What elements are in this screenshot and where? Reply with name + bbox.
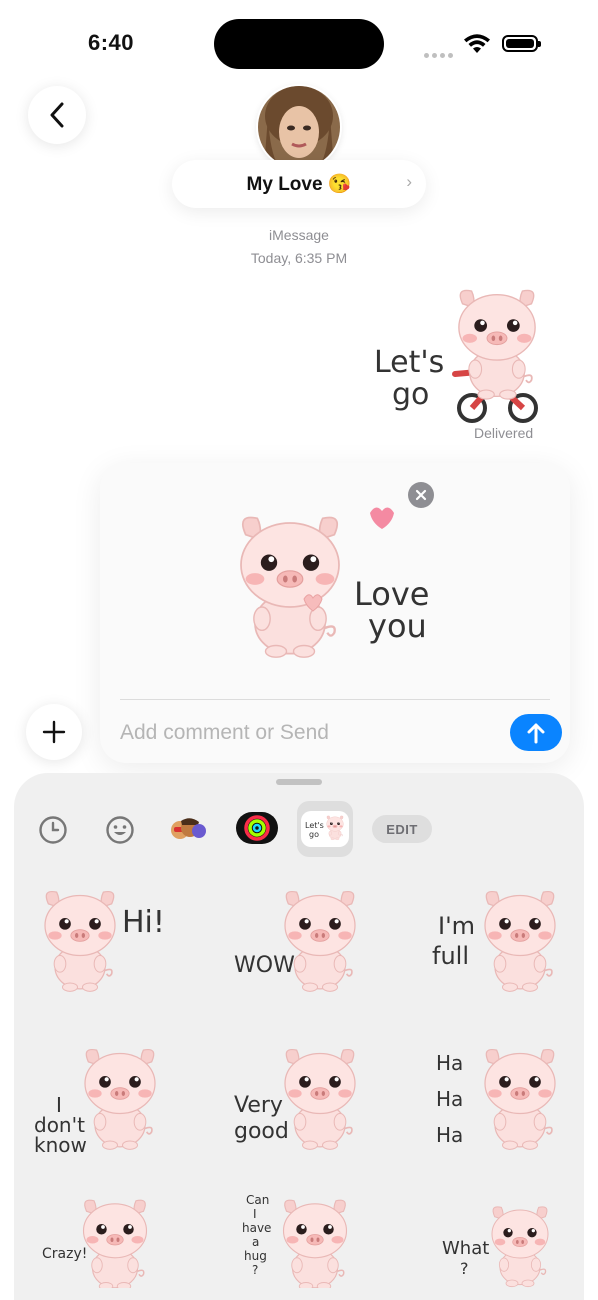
tab-recents[interactable] bbox=[36, 813, 70, 847]
sticker-line: I'm bbox=[438, 912, 475, 940]
contact-name-pill[interactable]: My Love 😘 › bbox=[172, 160, 426, 208]
sticker-line: ? bbox=[460, 1259, 469, 1278]
sticker-line: good bbox=[234, 1119, 289, 1144]
sticker-line: full bbox=[432, 942, 469, 970]
sticker-line: Ha bbox=[436, 1051, 463, 1075]
sticker-line: Let's bbox=[374, 345, 444, 380]
chevron-right-icon: › bbox=[406, 172, 412, 191]
sticker-line: Ha bbox=[436, 1087, 463, 1111]
activity-icon bbox=[236, 812, 278, 844]
sticker-i-dont-know[interactable]: I don't know bbox=[30, 1040, 180, 1160]
status-time: 6:40 bbox=[88, 30, 135, 55]
sent-sticker-lets-go[interactable]: Let's go bbox=[360, 282, 560, 427]
arrow-up-icon bbox=[527, 723, 545, 743]
sticker-line: have bbox=[242, 1221, 271, 1235]
service-label: iMessage bbox=[269, 227, 329, 243]
contact-name: My Love 😘 bbox=[246, 174, 352, 195]
sticker-wow[interactable]: WOW bbox=[230, 882, 380, 997]
message-timestamp: Today, 6:35 PM bbox=[250, 250, 348, 266]
cellular-signal-icon bbox=[424, 45, 456, 63]
tab-memoji[interactable] bbox=[168, 812, 208, 846]
dynamic-island bbox=[214, 19, 384, 69]
send-button[interactable] bbox=[510, 714, 562, 751]
sticker-line: hug bbox=[244, 1249, 267, 1263]
edit-button[interactable]: EDIT bbox=[372, 815, 432, 843]
remove-sticker-button[interactable] bbox=[408, 482, 434, 508]
sticker-very-good[interactable]: Very good bbox=[230, 1040, 380, 1160]
tab-emoji[interactable] bbox=[103, 813, 137, 847]
memoji-icon bbox=[171, 818, 206, 839]
sticker-im-full[interactable]: I'm full bbox=[430, 882, 580, 997]
comment-input[interactable] bbox=[120, 718, 500, 748]
delivery-status: Delivered bbox=[474, 425, 534, 441]
sticker-line: I bbox=[253, 1207, 257, 1221]
staged-sticker-love-you[interactable]: Love you bbox=[220, 495, 450, 675]
contact-avatar[interactable] bbox=[258, 86, 340, 168]
sticker-line: Can bbox=[246, 1193, 269, 1207]
sticker-ha-ha-ha[interactable]: Ha Ha Ha bbox=[430, 1040, 580, 1160]
back-button[interactable] bbox=[28, 86, 86, 144]
sticker-line: What bbox=[442, 1238, 489, 1259]
emoji-icon bbox=[106, 816, 134, 844]
sticker-line: ? bbox=[252, 1263, 258, 1277]
tab-activity[interactable] bbox=[236, 812, 278, 844]
sticker-line: go bbox=[392, 377, 429, 412]
add-button[interactable] bbox=[26, 704, 82, 760]
sticker-line: Very bbox=[234, 1093, 283, 1118]
wifi-icon bbox=[464, 34, 490, 53]
chevron-left-icon bbox=[50, 102, 64, 128]
sticker-line: WOW bbox=[234, 953, 295, 978]
sticker-line: know bbox=[34, 1133, 87, 1157]
drawer-grabber[interactable] bbox=[276, 779, 322, 785]
sticker-line: Crazy! bbox=[42, 1246, 87, 1262]
battery-icon bbox=[502, 35, 541, 52]
tab-pig-sticker-pack[interactable]: Let's go bbox=[297, 801, 353, 857]
plus-icon bbox=[42, 720, 66, 744]
sticker-crazy[interactable]: Crazy! bbox=[40, 1188, 180, 1288]
pack-tab-line: Let's bbox=[305, 821, 324, 830]
sticker-what[interactable]: What ? bbox=[440, 1188, 580, 1288]
compose-divider bbox=[120, 699, 550, 700]
pack-tab-line: go bbox=[309, 830, 319, 839]
sticker-hi[interactable]: Hi! bbox=[30, 882, 180, 997]
pig-sticker-pack-icon: Let's go bbox=[301, 811, 349, 847]
sticker-line: Hi! bbox=[122, 905, 165, 940]
sticker-line: a bbox=[252, 1235, 259, 1249]
sticker-can-i-have-a-hug[interactable]: Can I have a hug ? bbox=[240, 1188, 380, 1288]
close-icon bbox=[415, 489, 427, 501]
sticker-line: you bbox=[368, 607, 427, 645]
sticker-line: Ha bbox=[436, 1123, 463, 1147]
recents-icon bbox=[39, 816, 67, 844]
